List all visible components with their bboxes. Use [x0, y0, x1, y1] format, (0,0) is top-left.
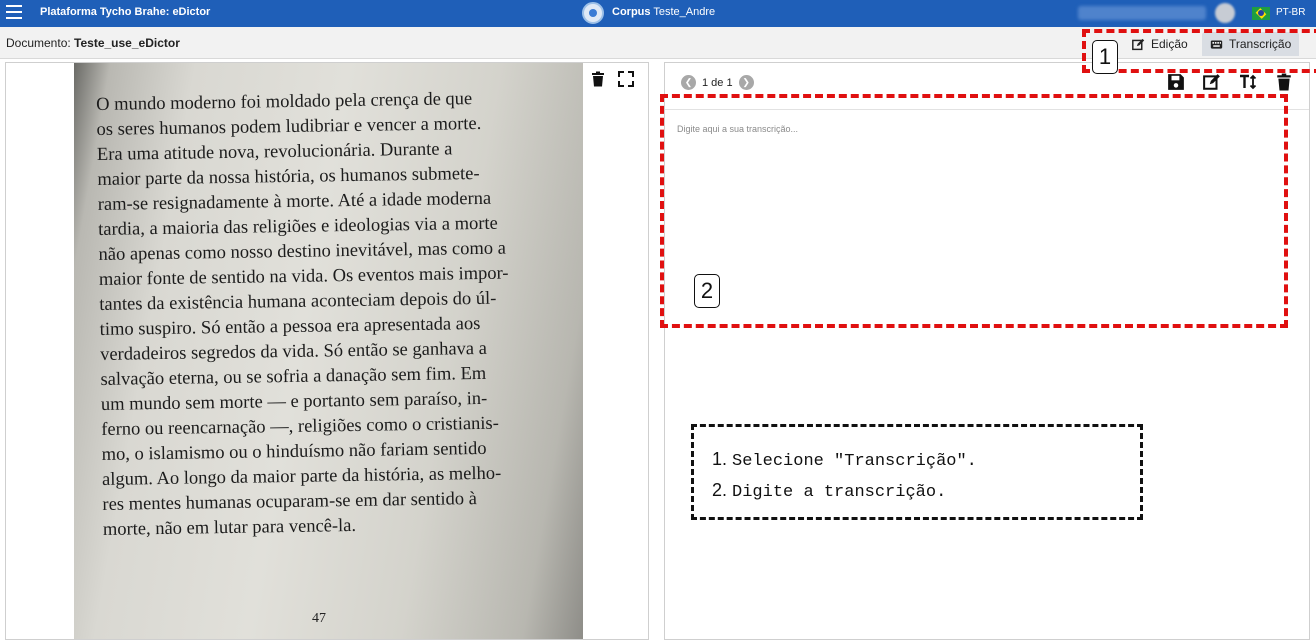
app-title: Plataforma Tycho Brahe: eDictor — [40, 6, 211, 18]
page-navigator: ❮ 1 de 1 ❯ — [681, 75, 754, 90]
instructions-list: 1. Selecione "Transcrição". 2. Digite a … — [712, 445, 977, 507]
edit-icon[interactable] — [1203, 73, 1221, 91]
save-icon[interactable] — [1167, 73, 1185, 91]
next-page-button[interactable]: ❯ — [738, 75, 754, 90]
trash-icon[interactable] — [590, 71, 606, 87]
language-selector[interactable]: PT-BR — [1276, 7, 1305, 18]
step-badge-2: 2 — [694, 274, 720, 308]
image-panel: O mundo moderno foi moldado pela crença … — [5, 62, 649, 640]
corpus-name: Teste_Andre — [653, 6, 716, 18]
book-page-image: O mundo moderno foi moldado pela crença … — [74, 63, 583, 639]
text-size-icon[interactable] — [1239, 73, 1257, 91]
corpus-label-prefix: Corpus — [612, 6, 651, 18]
trash-icon[interactable] — [1275, 73, 1293, 91]
brazil-flag-icon[interactable] — [1252, 7, 1270, 20]
menu-icon[interactable] — [6, 5, 22, 19]
book-page-number: 47 — [312, 611, 326, 626]
corpus-label: Corpus Teste_Andre — [612, 6, 715, 18]
instruction-step-text: Selecione "Transcrição". — [732, 452, 977, 471]
document-label: Documento: Teste_use_eDictor — [6, 36, 180, 50]
user-avatar[interactable] — [1215, 3, 1235, 23]
highlight-box-editor — [660, 94, 1288, 328]
instruction-step: 2. Digite a transcrição. — [712, 476, 977, 507]
instruction-step-text: Digite a transcrição. — [732, 483, 947, 502]
document-name: Teste_use_eDictor — [74, 36, 180, 50]
top-bar: Plataforma Tycho Brahe: eDictor Corpus T… — [0, 0, 1316, 27]
previous-page-button[interactable]: ❮ — [681, 75, 696, 90]
fullscreen-icon[interactable] — [618, 71, 634, 87]
user-name-blurred[interactable] — [1078, 6, 1206, 20]
instruction-step-number: 2. — [712, 480, 728, 500]
step-badge-1: 1 — [1092, 40, 1118, 74]
instruction-step: 1. Selecione "Transcrição". — [712, 445, 977, 476]
document-label-prefix: Documento: — [6, 36, 71, 50]
page-indicator: 1 de 1 — [702, 76, 733, 89]
instructions-box: 1. Selecione "Transcrição". 2. Digite a … — [691, 424, 1143, 520]
instruction-step-number: 1. — [712, 449, 728, 469]
book-page-text: O mundo moderno foi moldado pela crença … — [96, 86, 573, 543]
corpus-logo-icon — [582, 2, 604, 24]
